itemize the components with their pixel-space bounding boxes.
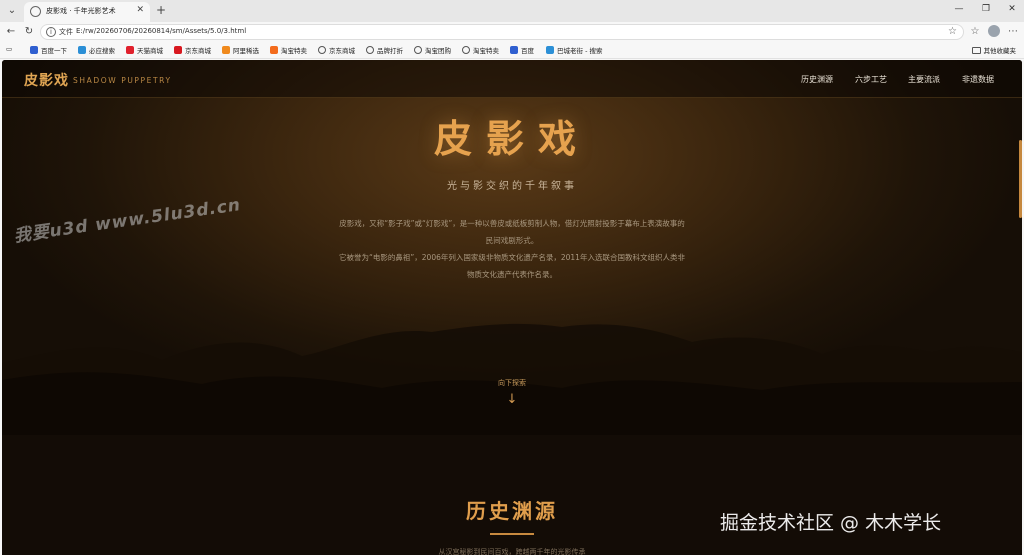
bookmark-item[interactable]: 京东商城 (174, 45, 211, 55)
tab-strip: ⌄ 皮影戏 · 千年光影艺术 ✕ + — ❐ ✕ (0, 0, 1024, 22)
folder-icon (971, 46, 981, 54)
info-icon[interactable]: i (46, 27, 56, 37)
url-field[interactable]: i 文件 E:/rw/20260706/20260814/sm/Assets/5… (40, 24, 964, 40)
reload-icon[interactable]: ↻ (22, 25, 36, 39)
globe-icon (462, 46, 470, 54)
search-icon (546, 46, 554, 54)
bookmark-item[interactable]: 百度一下 (30, 45, 67, 55)
mountain-silhouette (2, 323, 1022, 435)
paw-icon (510, 46, 518, 54)
tmall-icon (126, 46, 134, 54)
globe-icon (30, 6, 41, 17)
site-logo[interactable]: 皮影戏 (24, 70, 69, 90)
globe-icon (366, 46, 374, 54)
globe-icon (318, 46, 326, 54)
jd-icon (174, 46, 182, 54)
tab-title: 皮影戏 · 千年光影艺术 (46, 7, 116, 15)
hero-subtitle: 光与影交织的千年叙事 (447, 181, 577, 192)
section-subtitle: 从汉宫秘影到民间百戏，跨越两千年的光影传承 (438, 548, 586, 555)
hero-title: 皮影戏 (433, 116, 590, 161)
bookmark-item[interactable]: 淘宝特卖 (270, 45, 307, 55)
history-section: 历史渊源 从汉宫秘影到民间百戏，跨越两千年的光影传承 (2, 435, 1022, 555)
hero-description-line: 皮影戏，又称“影子戏”或“灯影戏”，是一种以兽皮或纸板剪制人物，借灯光照射投影于… (339, 219, 685, 245)
address-bar-row: ← ↻ i 文件 E:/rw/20260706/20260814/sm/Asse… (0, 22, 1024, 42)
bookmark-item[interactable]: 淘宝特卖 (462, 45, 499, 55)
ali-icon (222, 46, 230, 54)
browser-tab-active[interactable]: 皮影戏 · 千年光影艺术 ✕ (24, 2, 150, 22)
explore-label[interactable]: 向下探索 (2, 378, 1022, 388)
nav-link-history[interactable]: 历史渊源 (801, 74, 833, 85)
collections-icon[interactable]: ☆ (968, 25, 982, 39)
star-icon[interactable]: ☆ (948, 26, 957, 37)
close-icon[interactable]: ✕ (136, 5, 144, 15)
reading-list-icon[interactable]: ▭ (6, 45, 12, 53)
bookmark-item[interactable]: 品牌打折 (366, 45, 403, 55)
bookmark-folder[interactable]: 其他收藏夹 (971, 45, 1016, 55)
profile-avatar-icon[interactable] (988, 25, 1000, 37)
bookmark-item[interactable]: 必应搜索 (78, 45, 115, 55)
search-icon (78, 46, 86, 54)
bookmarks-bar: ▭ 百度一下 必应搜索 天猫商城 京东商城 阿里稀选 淘宝特卖 京东商城 品牌打… (0, 42, 1024, 59)
back-arrow-icon[interactable]: ← (4, 25, 18, 39)
hero-section: 皮影戏 SHADOW PUPPETRY 历史渊源 六步工艺 主要流派 非遗数据 … (2, 60, 1022, 435)
site-logo-subtitle: SHADOW PUPPETRY (73, 76, 172, 85)
taobao-icon (270, 46, 278, 54)
section-divider (490, 533, 534, 535)
more-icon[interactable]: ⋯ (1006, 25, 1020, 39)
url-scheme: 文件 (59, 28, 73, 36)
bookmark-item[interactable]: 阿里稀选 (222, 45, 259, 55)
restore-icon[interactable]: ❐ (979, 4, 993, 14)
minimize-icon[interactable]: — (952, 4, 966, 14)
url-text[interactable]: E:/rw/20260706/20260814/sm/Assets/5.0/3.… (76, 27, 246, 35)
bookmark-item[interactable]: 天猫商城 (126, 45, 163, 55)
hero-description: 皮影戏，又称“影子戏”或“灯影戏”，是一种以兽皮或纸板剪制人物，借灯光照射投影于… (337, 215, 687, 283)
bookmark-item[interactable]: 京东商城 (318, 45, 355, 55)
browser-window: ⌄ 皮影戏 · 千年光影艺术 ✕ + — ❐ ✕ ← ↻ i 文件 E:/rw/… (0, 0, 1024, 555)
hero-description-line: 它被誉为“电影的鼻祖”，2006年列入国家级非物质文化遗产名录，2011年入选联… (339, 253, 685, 279)
site-navbar: 皮影戏 SHADOW PUPPETRY 历史渊源 六步工艺 主要流派 非遗数据 (2, 60, 1022, 98)
bookmark-item[interactable]: 淘宝团购 (414, 45, 451, 55)
paw-icon (30, 46, 38, 54)
nav-link-craft[interactable]: 六步工艺 (855, 74, 887, 85)
down-arrow-icon[interactable]: ↓ (2, 392, 1022, 407)
window-close-icon[interactable]: ✕ (1005, 4, 1019, 14)
scrollbar-thumb[interactable] (1019, 140, 1022, 218)
nav-link-schools[interactable]: 主要流派 (908, 74, 940, 85)
credit-watermark: 掘金技术社区 @ 木木学长 (720, 512, 942, 534)
plus-icon[interactable]: + (154, 3, 168, 17)
globe-icon (414, 46, 422, 54)
bookmark-item[interactable]: 百度 (510, 45, 534, 55)
page-viewport: 皮影戏 SHADOW PUPPETRY 历史渊源 六步工艺 主要流派 非遗数据 … (2, 60, 1022, 555)
bookmark-item[interactable]: 巴城老街 - 搜索 (546, 45, 602, 55)
nav-link-data[interactable]: 非遗数据 (962, 74, 994, 85)
chevron-down-icon[interactable]: ⌄ (4, 3, 20, 19)
